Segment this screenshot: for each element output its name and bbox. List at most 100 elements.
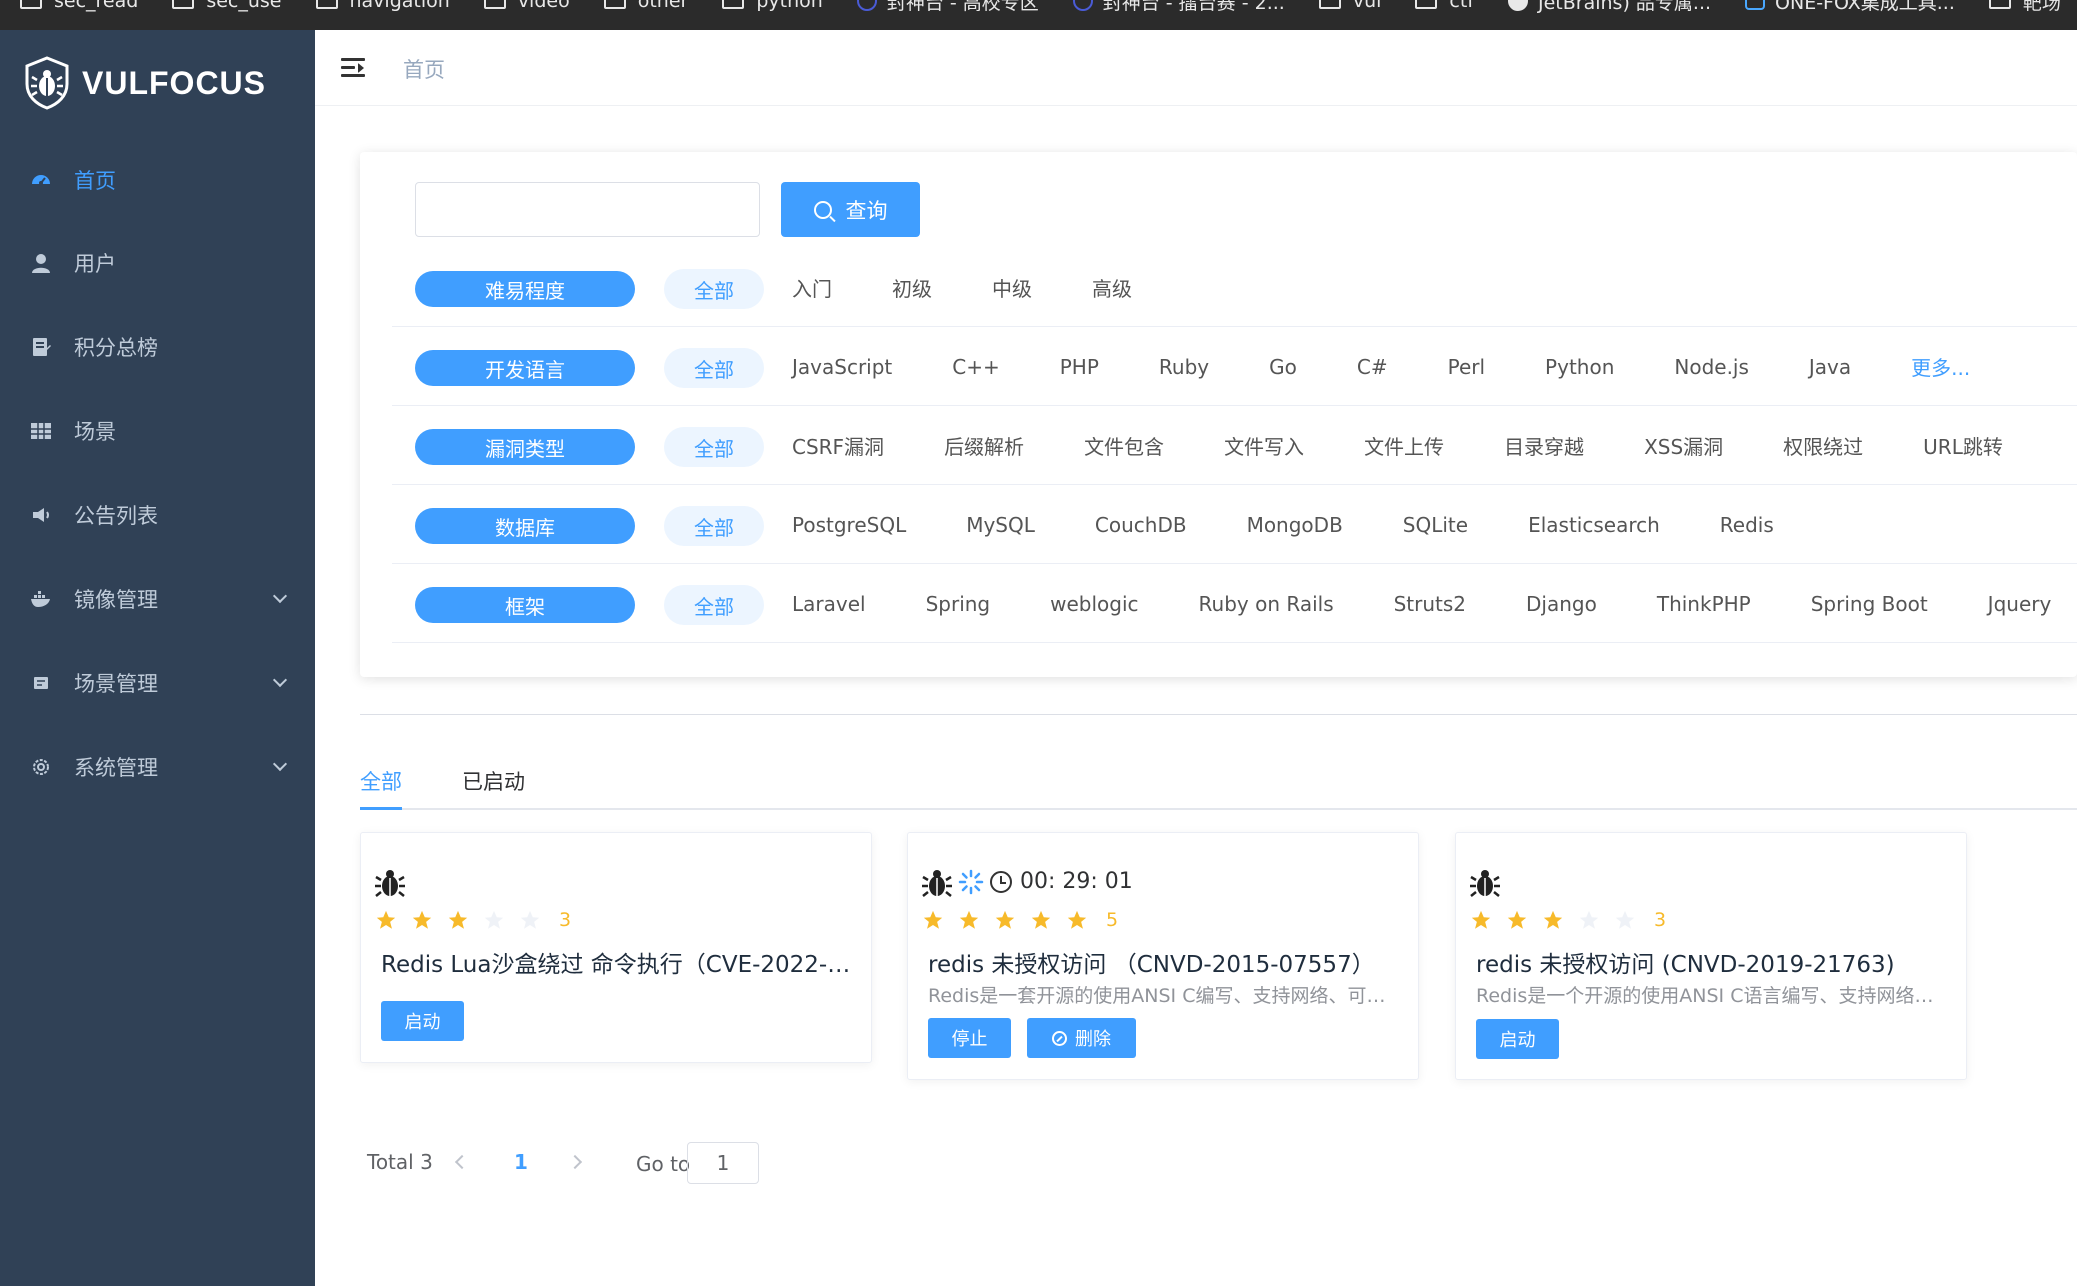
filter-option-all[interactable]: 全部: [664, 585, 764, 625]
search-button[interactable]: 查询: [781, 182, 920, 237]
bookmark-item[interactable]: other: [603, 0, 688, 16]
filter-option[interactable]: 高级: [1092, 273, 1132, 302]
filter-option[interactable]: PostgreSQL: [792, 513, 906, 537]
bookmark-item[interactable]: ONE-FOX集成工具...: [1745, 0, 1955, 16]
filter-option[interactable]: Jquery: [1988, 592, 2052, 616]
folder-icon: [722, 0, 745, 9]
filter-option[interactable]: PHP: [1060, 355, 1099, 379]
sidebar-item-notice[interactable]: 公告列表: [0, 473, 315, 557]
filter-option[interactable]: Java: [1809, 355, 1851, 379]
filter-option[interactable]: Laravel: [792, 592, 866, 616]
sidebar-item-home[interactable]: 首页: [0, 138, 315, 222]
filter-panel: 查询 难易程度 全部 入门 初级 中级 高级 开发语言 全部 JavaScrip…: [360, 152, 2077, 677]
filter-option[interactable]: C++: [952, 355, 999, 379]
bookmark-item[interactable]: sec_use: [172, 0, 282, 16]
tab-active-indicator: [360, 807, 402, 810]
filter-option-all[interactable]: 全部: [664, 427, 764, 467]
filter-option[interactable]: Redis: [1720, 513, 1774, 537]
sidebar-item-label: 场景管理: [74, 672, 158, 696]
filter-option-all[interactable]: 全部: [664, 269, 764, 309]
filter-option[interactable]: CSRF漏洞: [792, 431, 884, 460]
breadcrumb[interactable]: 首页: [403, 54, 445, 84]
tab-started[interactable]: 已启动: [462, 766, 525, 796]
filter-option[interactable]: Perl: [1448, 355, 1485, 379]
sidebar-item-image-mgmt[interactable]: 镜像管理: [0, 557, 315, 641]
bookmark-item[interactable]: JetBrains) 品专属...: [1508, 0, 1711, 16]
vuln-card[interactable]: 3 Redis Lua沙盒绕过 命令执行（CVE-2022-0543） 启动: [360, 832, 872, 1063]
filter-option-all[interactable]: 全部: [664, 348, 764, 388]
tab-all[interactable]: 全部: [360, 766, 402, 796]
circle-icon: [1072, 0, 1093, 11]
stop-button[interactable]: 停止: [928, 1018, 1011, 1058]
filter-option[interactable]: weblogic: [1050, 592, 1138, 616]
filter-option[interactable]: Node.js: [1674, 355, 1749, 379]
bookmark-item[interactable]: sec_read: [20, 0, 138, 16]
sidebar-item-scene-mgmt[interactable]: 场景管理: [0, 641, 315, 725]
filter-option[interactable]: Python: [1545, 355, 1614, 379]
bookmark-item[interactable]: vul: [1318, 0, 1381, 16]
filter-option[interactable]: Django: [1526, 592, 1597, 616]
filter-option[interactable]: Elasticsearch: [1528, 513, 1660, 537]
filter-option[interactable]: Ruby on Rails: [1199, 592, 1334, 616]
chevron-right-icon[interactable]: [567, 1154, 583, 1170]
filter-option[interactable]: 初级: [892, 273, 932, 302]
star-icon: [1507, 910, 1527, 929]
rating-value: 5: [1106, 909, 1119, 931]
start-button[interactable]: 启动: [381, 1001, 464, 1041]
chevron-left-icon[interactable]: [454, 1154, 470, 1170]
filter-option[interactable]: 文件写入: [1224, 431, 1304, 460]
filter-option[interactable]: JavaScript: [792, 355, 892, 379]
filter-option[interactable]: MySQL: [966, 513, 1035, 537]
filter-options: PostgreSQL MySQL CouchDB MongoDB SQLite …: [792, 485, 1834, 564]
sidebar-item-user[interactable]: 用户: [0, 221, 315, 305]
filter-option[interactable]: Spring Boot: [1811, 592, 1928, 616]
filter-option[interactable]: 目录穿越: [1504, 431, 1584, 460]
filter-option[interactable]: 权限绕过: [1783, 431, 1863, 460]
sidebar-item-label: 公告列表: [74, 504, 158, 528]
start-button[interactable]: 启动: [1476, 1019, 1559, 1059]
bookmark-item[interactable]: 封神台 - 擂台赛 - 2...: [1072, 0, 1285, 16]
filter-option[interactable]: Ruby: [1159, 355, 1209, 379]
filter-option[interactable]: 文件包含: [1084, 431, 1164, 460]
filter-option[interactable]: SQLite: [1403, 513, 1468, 537]
filter-option[interactable]: ThinkPHP: [1657, 592, 1751, 616]
sidebar-item-scene[interactable]: 场景: [0, 389, 315, 473]
vuln-card[interactable]: 00: 29: 01 5 redis 未授权访问 （CNVD-2015-0755…: [907, 832, 1419, 1080]
filter-option[interactable]: CouchDB: [1095, 513, 1187, 537]
filter-option[interactable]: C#: [1357, 355, 1388, 379]
page-number[interactable]: 1: [514, 1150, 528, 1174]
hamburger-icon[interactable]: [341, 58, 365, 78]
search-input[interactable]: [415, 182, 760, 237]
filter-option[interactable]: URL跳转: [1923, 431, 2003, 460]
filter-category-label: 难易程度: [415, 271, 635, 307]
filter-more-link[interactable]: 更多...: [1911, 352, 1970, 381]
filter-category-label: 漏洞类型: [415, 429, 635, 465]
vuln-card[interactable]: 3 redis 未授权访问 (CNVD-2019-21763) Redis是一个…: [1455, 832, 1967, 1080]
filter-option[interactable]: MongoDB: [1247, 513, 1343, 537]
logo[interactable]: VULFOCUS: [24, 56, 266, 110]
goto-page-input[interactable]: 1: [687, 1142, 759, 1184]
sidebar-item-ranking[interactable]: 积分总榜: [0, 305, 315, 389]
filter-option[interactable]: 入门: [792, 273, 832, 302]
star-icon: [1579, 910, 1599, 929]
filter-option[interactable]: Go: [1269, 355, 1297, 379]
filter-option[interactable]: Spring: [926, 592, 991, 616]
filter-option[interactable]: XSS漏洞: [1644, 431, 1723, 460]
bookmark-item[interactable]: 靶场: [1988, 0, 2061, 16]
filter-option[interactable]: Struts2: [1394, 592, 1466, 616]
bookmark-item[interactable]: python: [722, 0, 823, 16]
sidebar-item-system-mgmt[interactable]: 系统管理: [0, 725, 315, 809]
folder-icon: [172, 0, 195, 9]
tab-bar: 全部 已启动: [360, 760, 2077, 810]
bookmark-item[interactable]: video: [483, 0, 570, 16]
filter-option[interactable]: 文件上传: [1364, 431, 1444, 460]
filter-option[interactable]: 后缀解析: [944, 431, 1024, 460]
bookmark-item[interactable]: 封神台 - 高校专区: [856, 0, 1039, 16]
sidebar-item-label: 首页: [74, 169, 116, 193]
rating-value: 3: [559, 909, 572, 931]
filter-option-all[interactable]: 全部: [664, 506, 764, 546]
bookmark-item[interactable]: navigation: [315, 0, 450, 16]
bookmark-item[interactable]: ctf: [1415, 0, 1474, 16]
filter-option[interactable]: 中级: [992, 273, 1032, 302]
delete-button[interactable]: 删除: [1027, 1018, 1136, 1058]
